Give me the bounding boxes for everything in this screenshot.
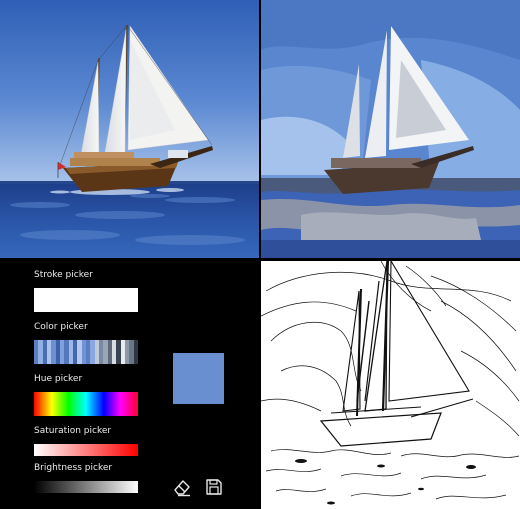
- color-swatch[interactable]: [133, 340, 138, 364]
- stroke-picker-label: Stroke picker: [34, 270, 93, 280]
- color-picker[interactable]: [34, 340, 138, 364]
- original-image: [0, 0, 259, 258]
- brightness-picker[interactable]: [34, 481, 138, 493]
- color-picker-label: Color picker: [34, 322, 88, 332]
- save-button[interactable]: [204, 477, 224, 497]
- stroke-picker[interactable]: [34, 288, 138, 312]
- posterized-image: [261, 0, 520, 258]
- saturation-picker[interactable]: [34, 444, 138, 456]
- posterized-image-panel: [261, 0, 520, 258]
- hue-picker-label: Hue picker: [34, 374, 83, 384]
- edge-image: [261, 261, 520, 505]
- selected-color-swatch: [173, 353, 224, 404]
- edge-image-panel: [261, 261, 520, 509]
- eraser-icon: [174, 480, 190, 497]
- floppy-disk-icon: [206, 479, 222, 495]
- original-image-panel: [0, 0, 259, 258]
- picker-panel: Stroke picker Color picker Hue picker Sa…: [0, 261, 259, 509]
- brightness-picker-label: Brightness picker: [34, 463, 113, 473]
- eraser-button[interactable]: [172, 477, 192, 497]
- saturation-picker-label: Saturation picker: [34, 426, 112, 436]
- hue-picker[interactable]: [34, 392, 138, 416]
